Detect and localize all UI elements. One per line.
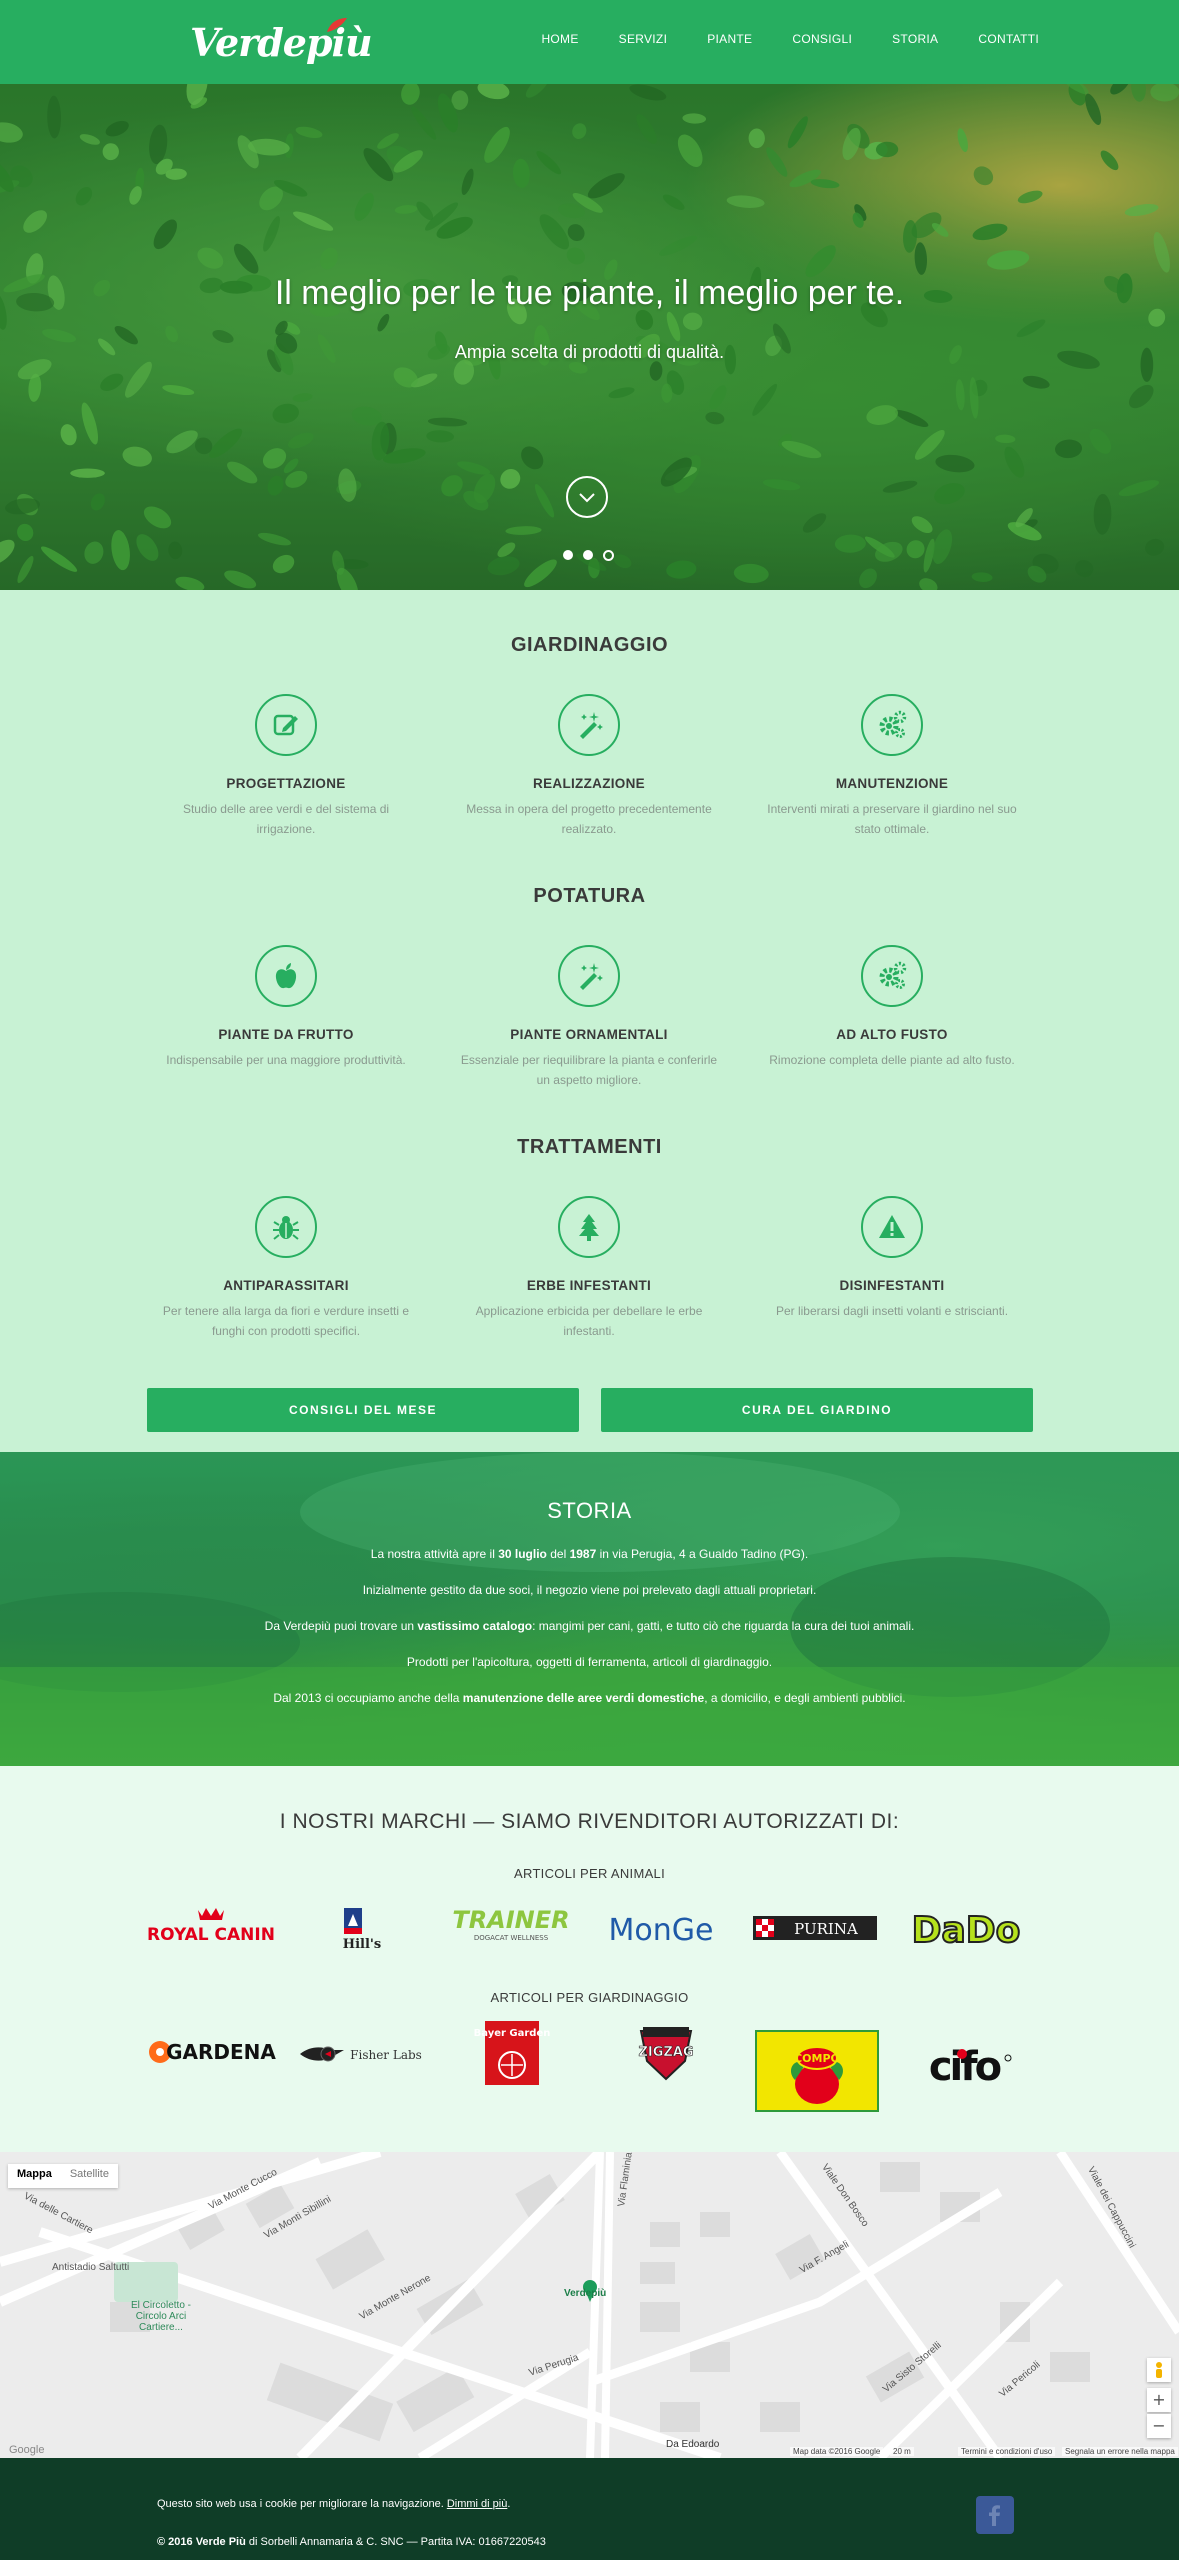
logo-cifo[interactable]: cifo <box>904 2040 1034 2092</box>
logo-royal-canin[interactable]: ROYAL CANIN <box>146 1902 276 1954</box>
svg-text:DaDo: DaDo <box>912 1910 1021 1951</box>
storia-paragraph-5: Dal 2013 ci occupiamo anche della manute… <box>273 1691 906 1705</box>
svg-text:ROYAL CANIN: ROYAL CANIN <box>147 1925 275 1945</box>
logo-dado[interactable]: DaDo <box>901 1902 1031 1954</box>
service-erbe-infestanti: ERBE INFESTANTI Applicazione erbicida pe… <box>449 1196 729 1341</box>
bug-icon <box>255 1196 317 1258</box>
site-footer: Questo sito web usa i cookie per miglior… <box>0 2458 1179 2560</box>
nav-servizi[interactable]: SERVIZI <box>619 32 668 46</box>
pegman-icon[interactable] <box>1147 2358 1171 2382</box>
section-title-giardinaggio: GIARDINAGGIO <box>510 634 669 656</box>
consigli-del-mese-button[interactable]: CONSIGLI DEL MESE <box>147 1388 579 1432</box>
site-logo[interactable]: Verdepiù <box>190 14 373 68</box>
map-marker-label[interactable]: Verdepiù <box>564 2288 606 2299</box>
main-menu: HOME SERVIZI PIANTE CONSIGLI STORIA CONT… <box>501 32 1039 46</box>
scroll-down-button[interactable] <box>566 476 608 518</box>
cookie-more-link[interactable]: Dimmi di più <box>447 2498 508 2510</box>
leaf-icon <box>327 18 347 32</box>
hero-slider: Il meglio per le tue piante, il meglio p… <box>0 84 1179 590</box>
svg-text:Hill's: Hill's <box>343 1937 381 1952</box>
zoom-in-button[interactable]: + <box>1147 2388 1171 2412</box>
logo-monge[interactable]: MonGe <box>596 1902 726 1954</box>
storia-section: STORIA La nostra attività apre il 30 lug… <box>0 1452 1179 1766</box>
gears-icon <box>861 694 923 756</box>
service-piante-ornamentali: PIANTE ORNAMENTALI Essenziale per riequi… <box>449 945 729 1090</box>
navbar: Verdepiù HOME SERVIZI PIANTE CONSIGLI ST… <box>0 0 1179 84</box>
nav-home[interactable]: HOME <box>541 32 578 46</box>
map-type-mappa[interactable]: Mappa <box>8 2164 61 2188</box>
section-title-potatura: POTATURA <box>533 885 646 907</box>
marchi-title: I NOSTRI MARCHI — SIAMO RIVENDITORI AUTO… <box>279 1810 900 1833</box>
svg-text:TRAINER: TRAINER <box>452 1906 569 1934</box>
svg-text:PURINA: PURINA <box>794 1920 858 1938</box>
google-map[interactable]: Mappa Satellite Antistadio Saltutti El C… <box>0 2152 1179 2458</box>
service-manutenzione: MANUTENZIONE Interventi mirati a preserv… <box>752 694 1032 839</box>
slide-dot-2[interactable] <box>583 550 593 560</box>
svg-text:Fisher Labs: Fisher Labs <box>350 2048 422 2062</box>
cura-del-giardino-button[interactable]: CURA DEL GIARDINO <box>601 1388 1033 1432</box>
storia-paragraph-1: La nostra attività apre il 30 luglio del… <box>370 1547 809 1561</box>
map-type-toggle: Mappa Satellite <box>8 2164 118 2188</box>
service-piante-da-frutto: PIANTE DA FRUTTO Indispensabile per una … <box>146 945 426 1070</box>
logo-fisher-labs[interactable]: Fisher Labs <box>296 2028 426 2080</box>
marchi-section: I NOSTRI MARCHI — SIAMO RIVENDITORI AUTO… <box>0 1766 1179 2152</box>
cookie-notice: Questo sito web usa i cookie per miglior… <box>157 2498 511 2510</box>
chevron-down-icon <box>579 493 595 503</box>
map-type-satellite[interactable]: Satellite <box>61 2164 118 2188</box>
service-disinfestanti: DISINFESTANTI Per liberarsi dagli insett… <box>752 1196 1032 1321</box>
logo-trainer[interactable]: TRAINER DOGACAT WELLNESS <box>446 1902 576 1954</box>
warning-icon <box>861 1196 923 1258</box>
nav-contatti[interactable]: CONTATTI <box>978 32 1039 46</box>
copyright: © 2016 Verde Più di Sorbelli Annamaria &… <box>157 2536 546 2548</box>
svg-text:COMPO: COMPO <box>794 2052 840 2065</box>
logo-compo[interactable]: COMPO <box>755 2030 879 2112</box>
magic-wand-icon <box>558 694 620 756</box>
nav-piante[interactable]: PIANTE <box>707 32 752 46</box>
animali-subtitle: ARTICOLI PER ANIMALI <box>514 1866 665 1881</box>
facebook-icon <box>989 2505 1000 2526</box>
nav-storia[interactable]: STORIA <box>892 32 938 46</box>
map-report-link[interactable]: Segnala un errore nella mappa <box>1062 2447 1178 2456</box>
logo-zigzag[interactable]: ZIGZAG <box>601 2027 731 2081</box>
magic-wand-icon <box>558 945 620 1007</box>
storia-title: STORIA <box>547 1498 632 1523</box>
hero-subtitle: Ampia scelta di prodotti di qualità. <box>454 342 725 362</box>
gears-icon <box>861 945 923 1007</box>
storia-paragraph-2: Inizialmente gestito da due soci, il neg… <box>362 1583 817 1597</box>
logo-hills[interactable]: Hill's <box>296 1902 426 1954</box>
logo-bayer-garden[interactable]: Bayer Garden <box>446 2021 576 2085</box>
svg-text:MonGe: MonGe <box>609 1913 714 1948</box>
svg-text:DOGACAT WELLNESS: DOGACAT WELLNESS <box>474 1934 549 1942</box>
section-title-trattamenti: TRATTAMENTI <box>517 1136 662 1158</box>
logo-purina[interactable]: PURINA <box>751 1902 881 1954</box>
tree-icon <box>558 1196 620 1258</box>
slider-dots <box>563 550 614 561</box>
slide-dot-1[interactable] <box>563 550 573 560</box>
map-terms-link[interactable]: Termini e condizioni d'uso <box>958 2447 1056 2456</box>
apple-icon <box>255 945 317 1007</box>
nav-consigli[interactable]: CONSIGLI <box>792 32 852 46</box>
zoom-out-button[interactable]: − <box>1147 2414 1171 2438</box>
storia-paragraph-3: Da Verdepiù puoi trovare un vastissimo c… <box>264 1619 915 1633</box>
hero-title: Il meglio per le tue piante, il meglio p… <box>274 274 905 312</box>
svg-text:GARDENA: GARDENA <box>166 2040 276 2064</box>
facebook-link[interactable] <box>976 2496 1014 2534</box>
edit-icon <box>255 694 317 756</box>
svg-text:ZIGZAG: ZIGZAG <box>638 2045 693 2060</box>
logo-gardena[interactable]: GARDENA <box>146 2028 276 2080</box>
svg-text:Bayer Garden: Bayer Garden <box>474 2028 551 2039</box>
service-progettazione: PROGETTAZIONE Studio delle aree verdi e … <box>146 694 426 839</box>
service-alto-fusto: AD ALTO FUSTO Rimozione completa delle p… <box>752 945 1032 1070</box>
service-antiparassitari: ANTIPARASSITARI Per tenere alla larga da… <box>146 1196 426 1341</box>
giardinaggio-subtitle: ARTICOLI PER GIARDINAGGIO <box>490 1990 689 2005</box>
servizi-section: GIARDINAGGIO PROGETTAZIONE Studio delle … <box>0 590 1179 1452</box>
service-realizzazione: REALIZZAZIONE Messa in opera del progett… <box>449 694 729 839</box>
slide-dot-3[interactable] <box>603 550 614 561</box>
storia-paragraph-4: Prodotti per l'apicoltura, oggetti di fe… <box>406 1655 773 1669</box>
